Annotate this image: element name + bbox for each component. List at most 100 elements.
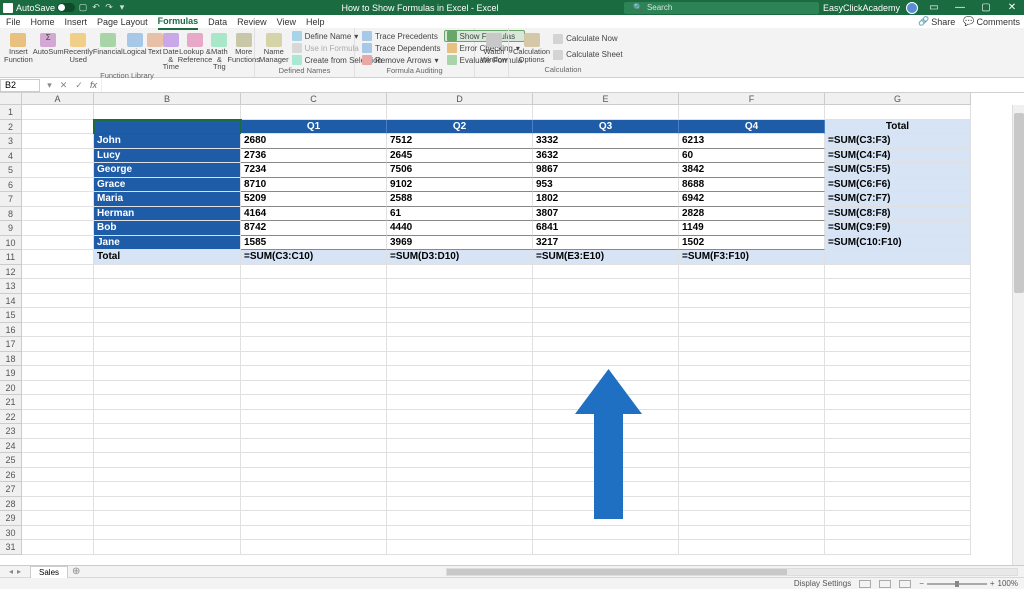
cell[interactable]: [241, 439, 387, 454]
tab-help[interactable]: Help: [306, 15, 325, 29]
cell[interactable]: [241, 323, 387, 338]
comments-button[interactable]: 💬 Comments: [963, 16, 1020, 27]
cell[interactable]: [22, 395, 94, 410]
cell[interactable]: [22, 366, 94, 381]
cell[interactable]: =SUM(C6:F6): [825, 178, 971, 193]
cell[interactable]: [679, 511, 825, 526]
minimize-button[interactable]: —: [950, 0, 970, 15]
cell[interactable]: [94, 308, 241, 323]
cell[interactable]: [22, 163, 94, 178]
cell[interactable]: [533, 294, 679, 309]
page-break-view-icon[interactable]: [899, 580, 911, 588]
row-header[interactable]: 9: [0, 221, 22, 236]
cell[interactable]: [241, 337, 387, 352]
cell[interactable]: [241, 468, 387, 483]
row-header[interactable]: 16: [0, 323, 22, 338]
cell[interactable]: [22, 236, 94, 251]
cell[interactable]: [533, 497, 679, 512]
cell[interactable]: 9867: [533, 163, 679, 178]
cell[interactable]: [533, 511, 679, 526]
col-header-f[interactable]: F: [679, 93, 825, 105]
cell[interactable]: 1802: [533, 192, 679, 207]
cell[interactable]: [679, 439, 825, 454]
cell[interactable]: [387, 439, 533, 454]
financial-button[interactable]: Financial: [93, 30, 123, 71]
cell[interactable]: [94, 366, 241, 381]
row-header[interactable]: 26: [0, 468, 22, 483]
cell[interactable]: [533, 540, 679, 555]
cell[interactable]: 7512: [387, 134, 533, 149]
cell[interactable]: =SUM(C4:F4): [825, 149, 971, 164]
cell[interactable]: [679, 424, 825, 439]
cell[interactable]: 7234: [241, 163, 387, 178]
cell[interactable]: 2588: [387, 192, 533, 207]
cell[interactable]: [825, 410, 971, 425]
cell[interactable]: =SUM(C3:C10): [241, 250, 387, 265]
cell[interactable]: 4440: [387, 221, 533, 236]
cell[interactable]: [22, 279, 94, 294]
row-header[interactable]: 1: [0, 105, 22, 120]
normal-view-icon[interactable]: [859, 580, 871, 588]
cell[interactable]: [22, 468, 94, 483]
cell[interactable]: 60: [679, 149, 825, 164]
cell[interactable]: [94, 279, 241, 294]
math-trig-button[interactable]: Math &Trig: [211, 30, 228, 71]
row-header[interactable]: 23: [0, 424, 22, 439]
row-header[interactable]: 12: [0, 265, 22, 280]
row-header[interactable]: 5: [0, 163, 22, 178]
recently-used-button[interactable]: RecentlyUsed: [64, 30, 93, 71]
autosum-button[interactable]: ΣAutoSum: [33, 30, 64, 71]
search-box[interactable]: 🔍 Search: [624, 2, 819, 14]
cell[interactable]: Total: [825, 120, 971, 135]
cell[interactable]: [679, 497, 825, 512]
cell[interactable]: [679, 337, 825, 352]
cell[interactable]: [22, 526, 94, 541]
cell[interactable]: Total: [94, 250, 241, 265]
cell[interactable]: [825, 511, 971, 526]
cell[interactable]: 1502: [679, 236, 825, 251]
cell[interactable]: Q4: [679, 120, 825, 135]
vscroll-thumb[interactable]: [1014, 113, 1024, 293]
cell[interactable]: [533, 468, 679, 483]
col-header-e[interactable]: E: [533, 93, 679, 105]
cell[interactable]: 4164: [241, 207, 387, 222]
horizontal-scrollbar[interactable]: [86, 568, 1018, 576]
cell[interactable]: [94, 395, 241, 410]
cell[interactable]: [387, 294, 533, 309]
cell[interactable]: 61: [387, 207, 533, 222]
cell[interactable]: [825, 395, 971, 410]
cell[interactable]: [533, 381, 679, 396]
cell[interactable]: =SUM(C9:F9): [825, 221, 971, 236]
calculate-sheet-button[interactable]: Calculate Sheet: [550, 49, 625, 61]
cell[interactable]: John: [94, 134, 241, 149]
row-header[interactable]: 6: [0, 178, 22, 193]
vertical-scrollbar[interactable]: [1012, 105, 1024, 565]
share-button[interactable]: 🔗 Share: [918, 16, 955, 27]
account-name[interactable]: EasyClickAcademy: [823, 3, 900, 13]
cell[interactable]: 8710: [241, 178, 387, 193]
name-manager-button[interactable]: NameManager: [259, 30, 289, 66]
tab-home[interactable]: Home: [31, 15, 55, 29]
watch-window-button[interactable]: WatchWindow: [479, 30, 509, 63]
cell[interactable]: [94, 352, 241, 367]
cell[interactable]: [94, 323, 241, 338]
cell[interactable]: [241, 453, 387, 468]
fx-icon[interactable]: fx: [90, 80, 97, 90]
row-header[interactable]: 11: [0, 250, 22, 265]
cell[interactable]: [825, 265, 971, 280]
cell[interactable]: [533, 439, 679, 454]
tab-review[interactable]: Review: [237, 15, 267, 29]
spreadsheet-grid[interactable]: A B C D E F G 12345678910111213141516171…: [0, 93, 1024, 565]
cell[interactable]: [22, 265, 94, 280]
row-header[interactable]: 7: [0, 192, 22, 207]
cell[interactable]: [94, 511, 241, 526]
cell[interactable]: 3632: [533, 149, 679, 164]
cell[interactable]: =SUM(F3:F10): [679, 250, 825, 265]
cell[interactable]: [241, 265, 387, 280]
cell[interactable]: [679, 468, 825, 483]
cell[interactable]: [825, 540, 971, 555]
date-time-button[interactable]: Date &Time: [163, 30, 179, 71]
close-button[interactable]: ✕: [1002, 0, 1022, 15]
cell[interactable]: 9102: [387, 178, 533, 193]
zoom-out-icon[interactable]: −: [919, 579, 924, 588]
